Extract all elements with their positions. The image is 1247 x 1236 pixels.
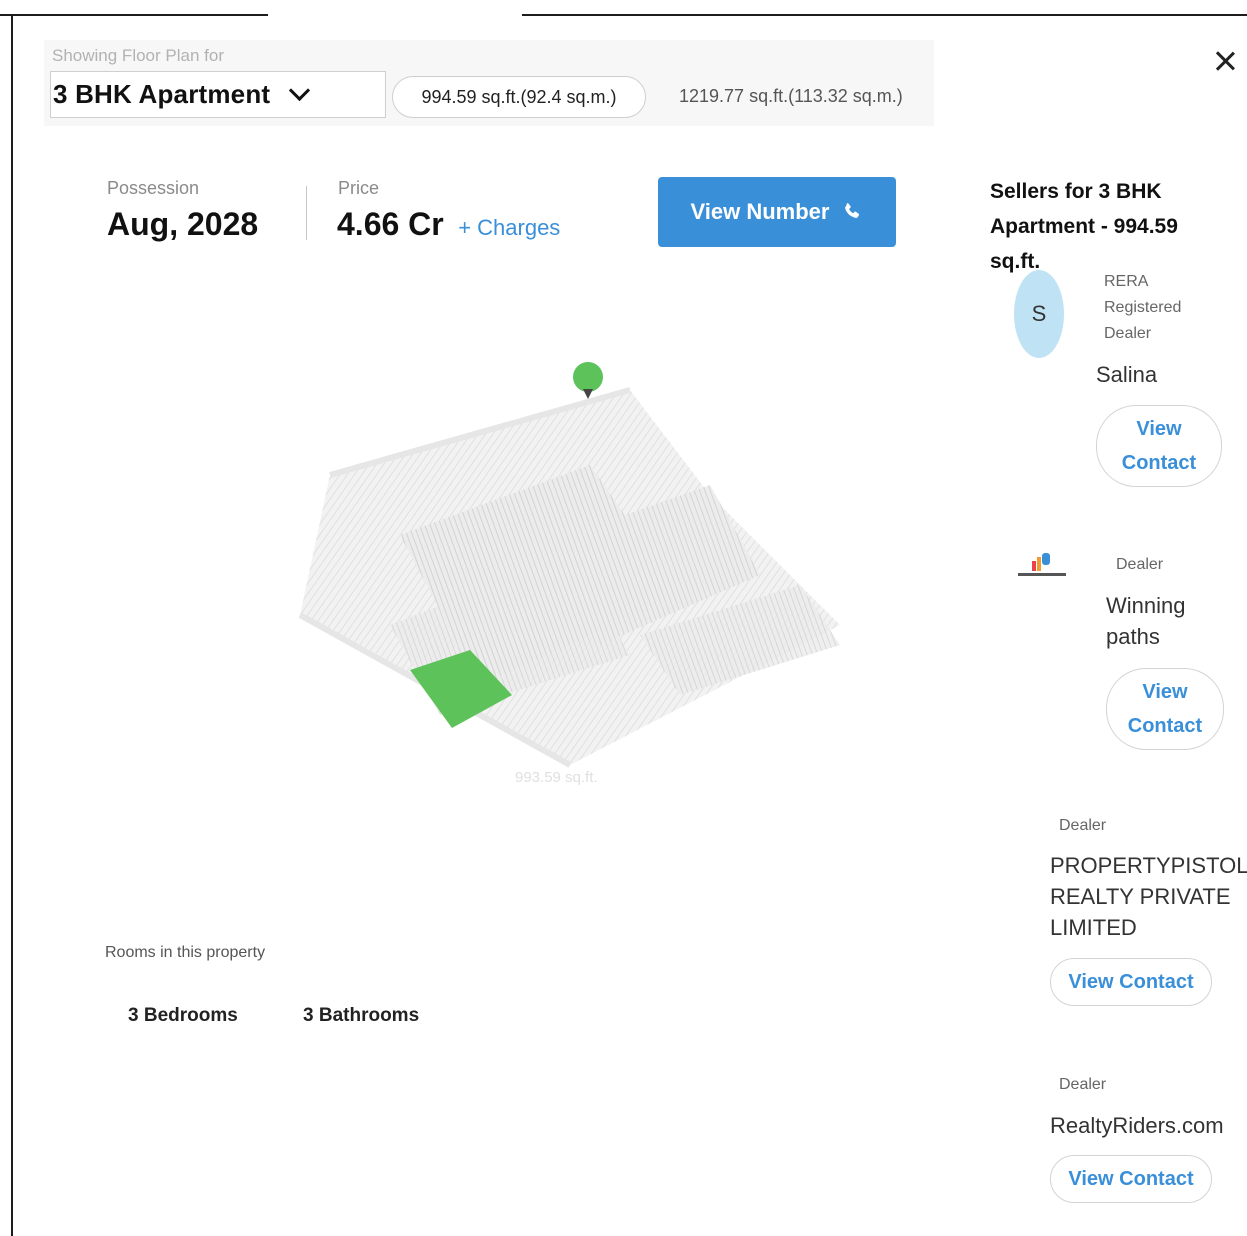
rooms-label: Rooms in this property: [105, 944, 266, 961]
view-contact-button[interactable]: View Contact: [1050, 1155, 1212, 1203]
seller-name: PROPERTYPISTOL REALTY PRIVATE LIMITED: [1050, 853, 1247, 940]
possession-value: Aug, 2028: [107, 206, 259, 242]
seller-name: RealtyRiders.com: [1050, 1113, 1224, 1138]
price-row: 4.66 Cr + Charges: [337, 206, 560, 243]
close-icon[interactable]: [1210, 46, 1240, 76]
showing-floorplan-label: Showing Floor Plan for: [52, 46, 224, 65]
configuration-dropdown-value: 3 BHK Apartment: [53, 79, 271, 109]
charges-link[interactable]: + Charges: [458, 215, 560, 240]
summary-divider: [306, 186, 307, 240]
seller-tag: RERA Registered Dealer: [1104, 273, 1182, 342]
floor-plan-walls: [298, 387, 840, 768]
area-option-selected[interactable]: 994.59 sq.ft.(92.4 sq.m.): [392, 76, 646, 118]
view-contact-button[interactable]: View Contact: [1106, 668, 1224, 750]
phone-icon: [845, 203, 860, 218]
window-frame-top: [522, 14, 1247, 16]
window-frame-top: [0, 14, 268, 16]
view-contact-button[interactable]: View Contact: [1096, 405, 1222, 487]
location-pin-icon: [573, 362, 603, 399]
price-value: 4.66 Cr: [337, 206, 444, 242]
view-number-label: View Number: [690, 199, 830, 224]
floor-plan-image: [298, 362, 840, 768]
possession-label: Possession: [107, 178, 200, 198]
avatar-letter: S: [1031, 301, 1047, 326]
seller-name: Salina: [1096, 362, 1158, 387]
floor-plan-caption: 993.59 sq.ft.: [515, 769, 598, 786]
winning-paths-logo: [1018, 553, 1066, 576]
configuration-dropdown[interactable]: 3 BHK Apartment: [50, 71, 386, 118]
chevron-down-icon: [289, 79, 311, 102]
area-option-alternate[interactable]: 1219.77 sq.ft.(113.32 sq.m.): [679, 86, 903, 107]
seller-tag: Dealer: [1116, 556, 1164, 573]
price-label: Price: [338, 178, 380, 198]
avatar: S: [1014, 270, 1064, 358]
seller-name: Winning paths: [1106, 593, 1186, 649]
seller-tag: Dealer: [1059, 817, 1107, 834]
bathrooms-count: 3 Bathrooms: [303, 1005, 420, 1026]
view-contact-button[interactable]: View Contact: [1050, 958, 1212, 1006]
view-number-button[interactable]: View Number: [658, 177, 896, 247]
seller-tag: Dealer: [1059, 1076, 1107, 1093]
bedrooms-count: 3 Bedrooms: [128, 1005, 238, 1026]
window-frame-left: [11, 14, 13, 1236]
sellers-title: Sellers for 3 BHK Apartment - 994.59 sq.…: [990, 180, 1178, 273]
